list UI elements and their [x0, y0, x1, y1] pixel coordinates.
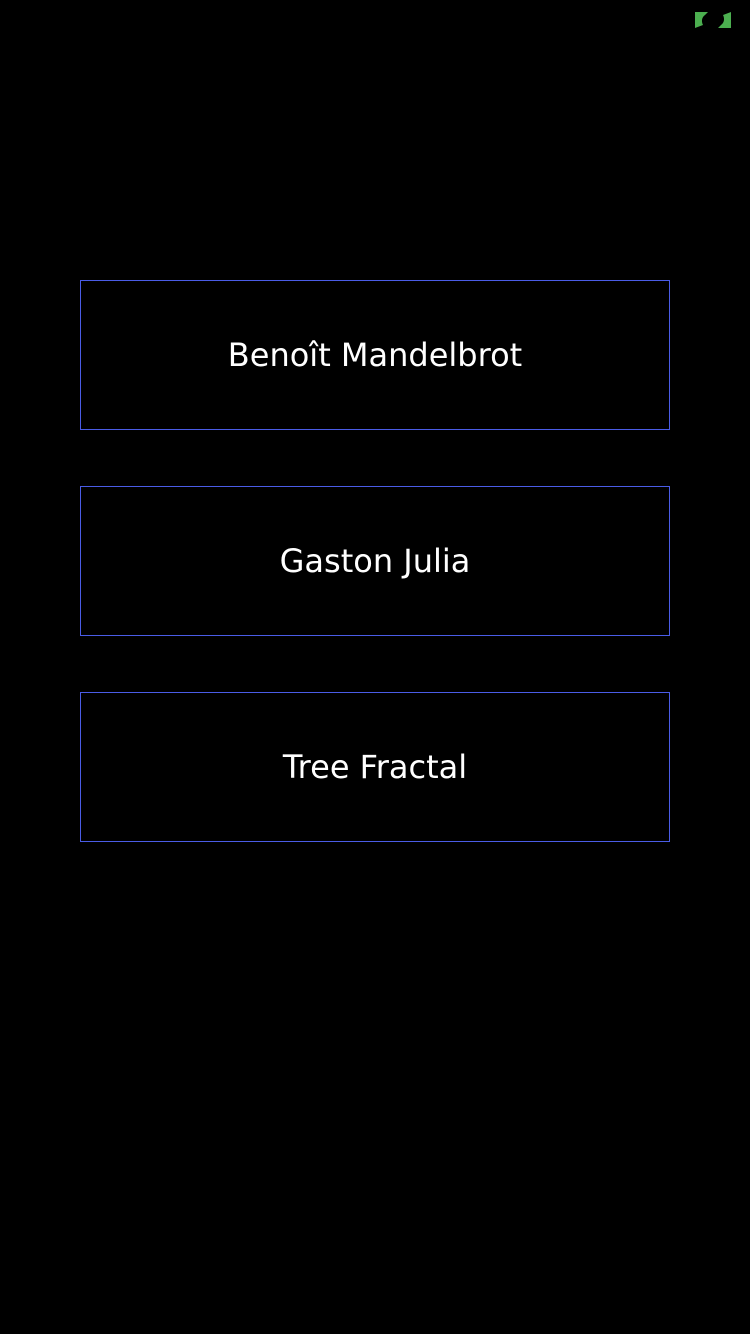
app-screen: Benoît Mandelbrot Gaston Julia Tree Frac…	[0, 0, 750, 1334]
tree-fractal-button[interactable]: Tree Fractal	[80, 692, 670, 842]
julia-button-label: Gaston Julia	[279, 542, 471, 580]
expand-arrows-icon[interactable]	[695, 12, 731, 28]
mandelbrot-button-label: Benoît Mandelbrot	[227, 336, 523, 374]
tree-fractal-button-label: Tree Fractal	[282, 748, 468, 786]
julia-button[interactable]: Gaston Julia	[80, 486, 670, 636]
mandelbrot-button[interactable]: Benoît Mandelbrot	[80, 280, 670, 430]
